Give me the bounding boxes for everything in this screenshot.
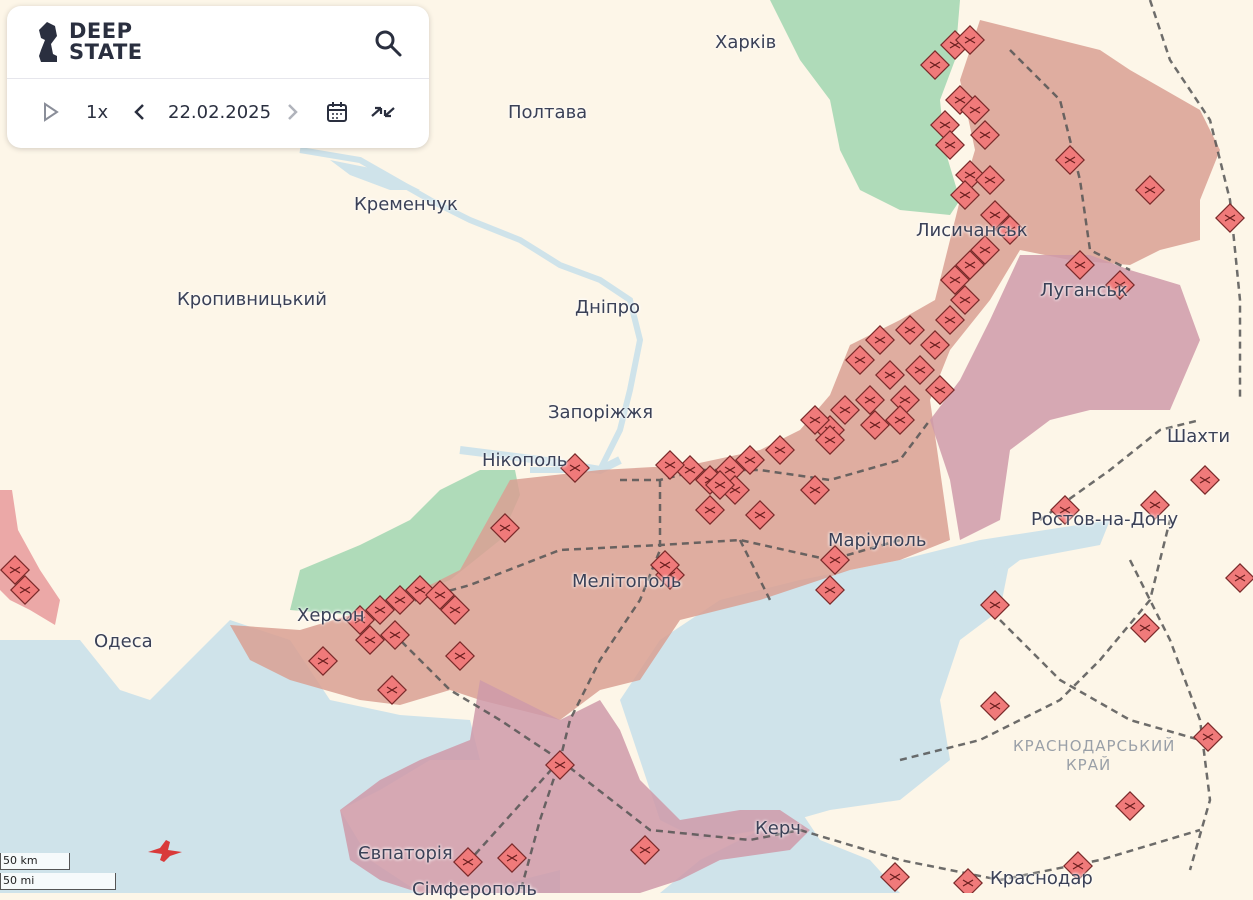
panel-divider — [7, 78, 429, 79]
region-label-line1: КРАСНОДАРСЬКИЙ — [1013, 737, 1176, 755]
brand-line1: DEEP — [69, 19, 133, 43]
control-panel: DEEP STATE 1x 22.02.2025 — [7, 6, 429, 148]
city-odesa: Одеса — [94, 631, 153, 652]
scale-km: 50 km — [0, 853, 70, 870]
city-mariupol: Маріуполь — [828, 530, 927, 551]
city-luhansk: Луганськ — [1040, 280, 1128, 301]
region-label-line2: КРАЙ — [1066, 756, 1112, 774]
prev-icon — [134, 104, 144, 120]
city-kremenchuk: Кременчук — [354, 194, 458, 215]
calendar-icon — [327, 102, 347, 122]
prev-date-button[interactable] — [132, 90, 152, 134]
brand-line2: STATE — [69, 40, 143, 64]
collapse-icon — [371, 106, 395, 118]
brand-logo[interactable]: DEEP STATE — [35, 20, 143, 64]
city-nikopol: Нікополь — [482, 450, 568, 471]
city-zaporizhzhia: Запоріжжя — [548, 402, 654, 423]
city-lysychansk: Лисичанськ — [916, 220, 1028, 241]
speed-button[interactable]: 1x — [86, 90, 108, 134]
aircraft-icon[interactable] — [146, 838, 184, 864]
city-krasnodar: Краснодар — [990, 868, 1093, 889]
city-dnipro: Дніпро — [575, 297, 641, 318]
next-icon — [288, 104, 298, 120]
date-display[interactable]: 22.02.2025 — [168, 90, 271, 134]
city-melitopol: Мелітополь — [572, 571, 682, 592]
city-shakhty: Шахти — [1167, 426, 1231, 447]
play-icon — [44, 102, 59, 122]
city-simferopol: Сімферополь — [412, 879, 537, 900]
city-yevpatoria: Євпаторія — [358, 843, 453, 864]
city-kerch: Керч — [755, 818, 801, 839]
logo-knight-icon — [39, 22, 57, 62]
city-kherson: Херсон — [297, 605, 365, 626]
city-rostov: Ростов-на-Дону — [1031, 509, 1179, 530]
city-kharkiv: Харків — [715, 32, 777, 53]
calendar-button[interactable] — [325, 90, 351, 134]
collapse-button[interactable] — [369, 90, 397, 134]
play-button[interactable] — [41, 90, 65, 134]
search-icon[interactable] — [373, 28, 403, 58]
city-poltava: Полтава — [508, 102, 588, 123]
next-date-button[interactable] — [284, 90, 304, 134]
city-kropyvnytskyi: Кропивницький — [177, 289, 327, 310]
scale-mi: 50 mi — [0, 873, 116, 890]
